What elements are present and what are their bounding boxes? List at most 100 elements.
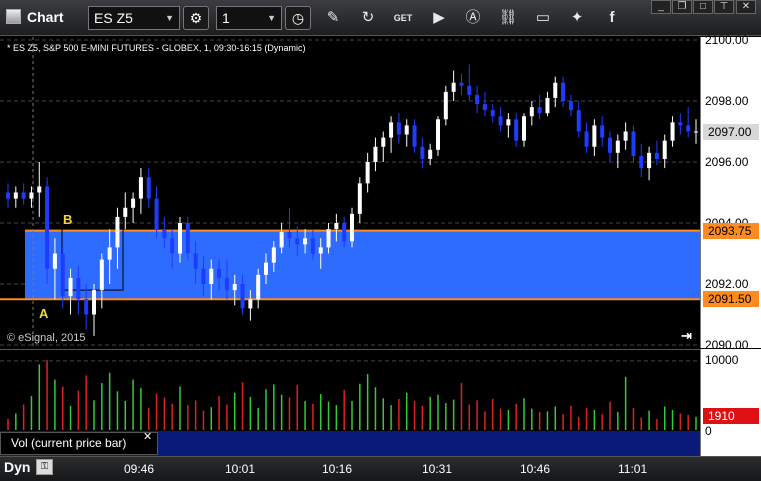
candle-body [326, 229, 331, 248]
candle-body [514, 119, 519, 141]
close-button[interactable]: ✕ [736, 0, 756, 14]
candle-body [357, 183, 362, 214]
interval-settings-button[interactable]: ◷ [285, 6, 311, 30]
symbol-settings-button[interactable]: ⚙ [183, 6, 209, 30]
candle-body [686, 125, 691, 132]
candle-body [522, 116, 526, 141]
candle-body [240, 284, 245, 309]
time-tick: 10:16 [322, 462, 353, 476]
candle-body [131, 198, 136, 208]
candle-body [256, 274, 261, 300]
candle-body [248, 299, 253, 309]
candle-body [436, 119, 440, 150]
upper-level-tag: 2093.75 [703, 222, 759, 239]
refresh-icon: ↻ [361, 9, 375, 26]
volume-axis[interactable]: 10000 0 [700, 349, 761, 456]
toolbar: Chart ES Z5 ▼ ⚙ 1 ▼ ◷ ✎ ↻ GET ▶ Ⓐ ⛓ ▭ ✦ … [0, 0, 761, 36]
candle-body [365, 162, 370, 184]
minimize-button[interactable]: _ [651, 0, 671, 14]
candle-body [639, 155, 644, 169]
current-volume-tag: 1910 [703, 407, 759, 424]
pin-icon: ⊤ [719, 1, 729, 12]
price-tick: 2098.00 [705, 94, 749, 108]
candle-body [13, 192, 18, 199]
alert-button[interactable]: Ⓐ [462, 8, 484, 28]
chart-legend: * ES Z5, S&P 500 E-MINI FUTURES - GLOBEX… [7, 43, 306, 53]
current-price-tag: 2097.00 [703, 123, 759, 140]
maximize-button[interactable]: □ [693, 0, 713, 14]
pin-button[interactable]: ⊤ [714, 0, 734, 14]
link-button[interactable]: ⛓ [497, 8, 519, 28]
interval-dropdown[interactable]: 1 ▼ [216, 6, 282, 30]
candle-body [592, 125, 597, 147]
candle-body [506, 119, 511, 126]
candle-body [115, 216, 120, 248]
candle-body [420, 146, 425, 159]
scroll-to-end-icon[interactable]: ⇥ [681, 328, 692, 344]
candle-body [209, 268, 214, 284]
candle-body [154, 198, 159, 230]
candle-body [107, 247, 112, 260]
get-button[interactable]: GET [392, 8, 414, 28]
candle-body [373, 146, 378, 162]
minimize-icon: _ [658, 1, 664, 12]
time-tick: 10:31 [422, 462, 453, 476]
volume-pane[interactable] [0, 349, 700, 431]
get-icon: GET [393, 13, 413, 23]
chevron-down-icon: ▼ [267, 13, 276, 23]
candle-body [217, 268, 222, 278]
volume-chart-svg[interactable] [0, 350, 700, 432]
candle-body [52, 253, 57, 269]
chat-button[interactable]: ▭ [532, 8, 554, 28]
dynamic-mode-label[interactable]: Dyn [4, 459, 30, 475]
maximize-icon: □ [699, 1, 707, 12]
candle-body [138, 177, 143, 199]
candle-body [670, 122, 675, 141]
chevron-down-icon: ▼ [165, 13, 174, 23]
candle-body [185, 223, 190, 254]
close-icon: ✕ [741, 1, 751, 12]
candle-body [608, 137, 612, 153]
candle-body [29, 192, 34, 199]
volume-study-label[interactable]: Vol (current price bar) [0, 432, 158, 455]
candle-body [170, 238, 175, 254]
candle-body [545, 97, 550, 114]
facebook-button[interactable]: f [601, 8, 623, 28]
refresh-button[interactable]: ↻ [357, 8, 379, 28]
symbol-dropdown[interactable]: ES Z5 ▼ [88, 6, 180, 30]
price-chart-pane[interactable] [0, 37, 700, 348]
price-tick: 2092.00 [705, 277, 749, 291]
candle-body [193, 253, 198, 269]
time-tick: 09:46 [124, 462, 155, 476]
pencil-icon: ✎ [326, 9, 340, 26]
candle-body [6, 192, 10, 199]
candle-body [537, 107, 542, 114]
candle-body [459, 82, 464, 86]
price-chart-svg[interactable] [0, 37, 700, 348]
candle-body [428, 149, 433, 159]
point-label-a: A [39, 306, 49, 321]
restore-icon: ❐ [677, 1, 687, 12]
price-tick: 2096.00 [705, 155, 749, 169]
candle-body [600, 125, 605, 138]
support-resistance-band [25, 230, 700, 300]
candle-body [584, 131, 589, 147]
candle-body [342, 223, 347, 242]
close-study-icon[interactable]: ✕ [143, 430, 152, 443]
lock-icon[interactable]: ⚿ [36, 459, 53, 475]
candle-body [303, 238, 308, 245]
time-axis[interactable]: Dyn ⚿ 09:46 10:01 10:16 10:31 10:46 11:0… [0, 456, 761, 481]
twitter-button[interactable]: ✦ [566, 8, 588, 28]
restore-button[interactable]: ❐ [672, 0, 692, 14]
candle-body [21, 192, 26, 199]
candle-body [553, 82, 558, 98]
window-title: Chart [27, 9, 64, 25]
candle-body [381, 137, 386, 147]
draw-tool-button[interactable]: ✎ [322, 8, 344, 28]
copyright-text: © eSignal, 2015 [7, 332, 86, 344]
time-tick: 10:46 [520, 462, 551, 476]
play-button[interactable]: ▶ [428, 8, 450, 28]
chat-icon: ▭ [535, 9, 551, 26]
time-tick: 11:01 [618, 462, 648, 476]
candle-body [232, 284, 237, 291]
